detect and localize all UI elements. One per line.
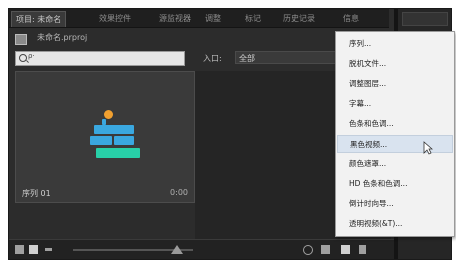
new-item-context-menu: 序列... 脱机文件... 调整图层... 字幕... 色条和色调... 黑色视… <box>335 31 455 237</box>
tab-info[interactable]: 信息 <box>339 11 363 26</box>
right-panel-tab[interactable] <box>402 12 448 26</box>
menu-item-transparent-video[interactable]: 透明视频(&T)... <box>337 215 453 233</box>
tab-source-monitor[interactable]: 源监视器 <box>155 11 195 26</box>
search-placeholder: ρ· <box>28 52 35 60</box>
zoom-out-icon[interactable] <box>45 248 52 251</box>
trash-icon[interactable] <box>359 245 366 254</box>
in-dropdown[interactable]: 全部 <box>235 51 339 64</box>
menu-item-countdown-leader[interactable]: 倒计时向导... <box>337 195 453 213</box>
sequence-name: 序列 01 <box>22 189 51 198</box>
mouse-cursor-icon <box>423 141 433 155</box>
menu-item-title[interactable]: 字幕... <box>337 95 453 113</box>
project-file-name: 未命名.prproj <box>37 33 88 42</box>
panel-tab-bar: 项目: 未命名 效果控件 源监视器 调整 标记 历史记录 信息 <box>9 9 389 28</box>
tab-effect-controls[interactable]: 效果控件 <box>95 11 135 26</box>
project-file-row: 未命名.prproj <box>13 31 213 47</box>
search-input[interactable]: ρ· <box>15 51 185 66</box>
menu-item-offline-file[interactable]: 脱机文件... <box>337 55 453 73</box>
list-view-icon[interactable] <box>15 245 24 254</box>
search-icon <box>19 54 27 62</box>
clip-block-blue <box>90 136 112 145</box>
menu-item-color-matte[interactable]: 颜色遮罩... <box>337 155 453 173</box>
clip-block-blue <box>94 125 134 134</box>
tab-markers[interactable]: 标记 <box>241 11 265 26</box>
tab-project[interactable]: 项目: 未命名 <box>11 11 67 27</box>
sequence-thumbnail[interactable]: 序列 01 0:00 <box>15 71 195 203</box>
menu-item-sequence[interactable]: 序列... <box>337 35 453 53</box>
in-label: 入口: <box>203 54 222 63</box>
tab-history[interactable]: 历史记录 <box>279 11 319 26</box>
clip-block-teal <box>96 148 140 158</box>
tab-adjust[interactable]: 调整 <box>201 11 225 26</box>
menu-item-hd-bars-and-tone[interactable]: HD 色条和色调... <box>337 175 453 193</box>
project-bottom-toolbar <box>9 239 394 259</box>
sequence-duration: 0:00 <box>170 188 188 197</box>
menu-item-bars-and-tone[interactable]: 色条和色调... <box>337 115 453 133</box>
new-item-icon[interactable] <box>341 245 350 254</box>
project-file-icon <box>15 34 27 45</box>
icon-view-icon[interactable] <box>29 245 38 254</box>
new-bin-icon[interactable] <box>321 245 330 254</box>
clip-block-orange <box>104 110 113 119</box>
menu-item-adjustment-layer[interactable]: 调整图层... <box>337 75 453 93</box>
menu-item-black-video[interactable]: 黑色视频... <box>337 135 453 153</box>
clip-block-blue <box>114 136 134 145</box>
find-icon[interactable] <box>303 245 313 255</box>
